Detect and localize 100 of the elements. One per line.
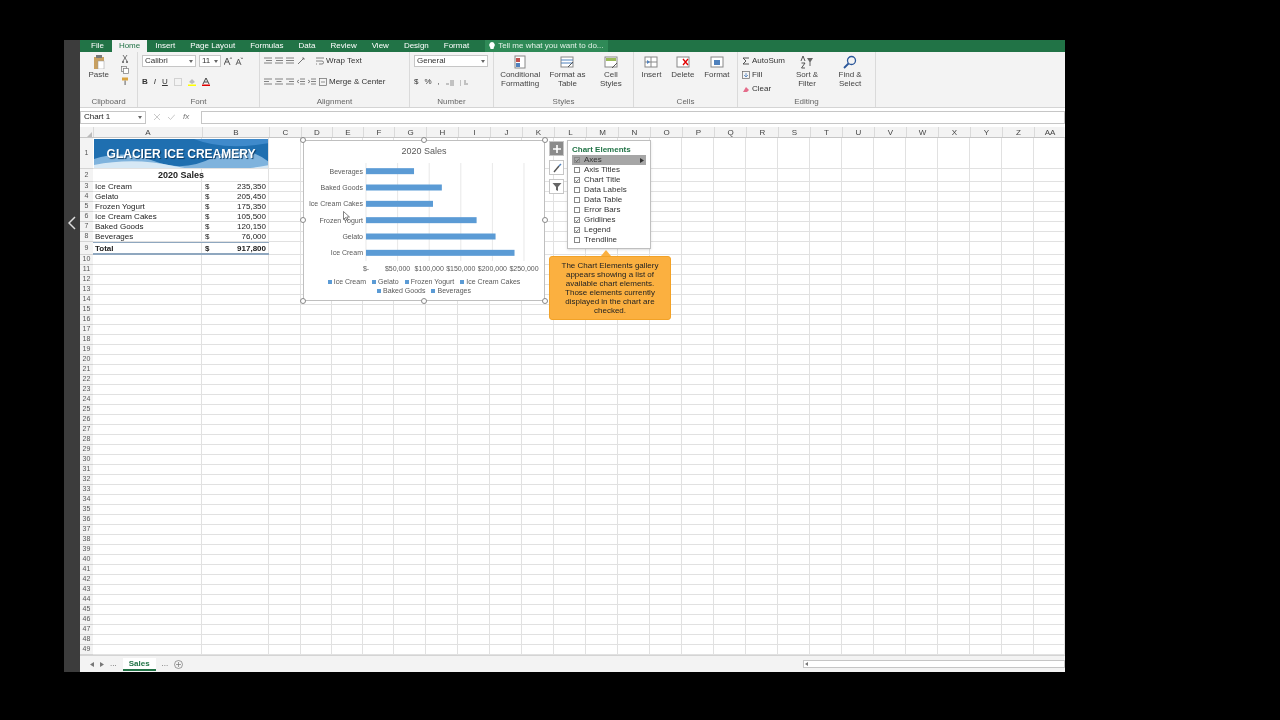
checkbox[interactable] [574, 217, 580, 223]
horizontal-scrollbar[interactable] [803, 660, 1065, 668]
ribbon-button[interactable]: Find & Select [829, 55, 871, 88]
column-header[interactable]: G [394, 127, 426, 137]
ribbon-button[interactable]: Format as Table [545, 55, 590, 88]
checkbox[interactable] [574, 167, 580, 173]
checkbox[interactable] [574, 157, 580, 163]
column-header[interactable]: E [332, 127, 363, 137]
merge-center-button[interactable]: Merge & Center [319, 76, 386, 88]
ribbon-tab[interactable]: Formulas [243, 40, 291, 52]
more-sheets-button[interactable]: ... [110, 658, 117, 670]
chart-element-option[interactable]: Error Bars [572, 205, 646, 215]
chart-element-option[interactable]: Axis Titles [572, 165, 646, 175]
checkbox[interactable] [574, 177, 580, 183]
increase-indent-icon[interactable] [308, 78, 316, 86]
bold-button[interactable]: B [142, 76, 148, 88]
ribbon-button[interactable]: Format [704, 55, 730, 79]
ribbon-tab[interactable]: Data [291, 40, 323, 52]
percent-button[interactable]: % [424, 76, 432, 88]
chart-styles-button[interactable] [549, 160, 564, 175]
next-sheet-icon[interactable] [100, 661, 104, 667]
chart-element-option[interactable]: Data Table [572, 195, 646, 205]
ribbon-tab[interactable]: File [84, 40, 111, 52]
chart-element-option[interactable]: Data Labels [572, 185, 646, 195]
clear-button[interactable]: Clear [742, 83, 785, 95]
column-header[interactable]: AA [1034, 127, 1065, 137]
chart-element-option[interactable]: Chart Title [572, 175, 646, 185]
column-header[interactable]: H [426, 127, 458, 137]
chart-element-option[interactable]: Axes [572, 155, 646, 165]
more-sheets-button[interactable]: ... [161, 658, 169, 670]
checkbox[interactable] [574, 207, 580, 213]
increase-font-size-icon[interactable] [224, 57, 232, 65]
column-header[interactable]: P [682, 127, 714, 137]
wrap-text-button[interactable]: Wrap Text [316, 55, 362, 67]
font-size-field[interactable]: 11 [199, 55, 221, 67]
column-header[interactable]: O [650, 127, 682, 137]
column-header[interactable]: M [586, 127, 618, 137]
column-header[interactable]: W [906, 127, 938, 137]
formula-input[interactable] [201, 110, 1065, 124]
align-center-icon[interactable] [275, 78, 283, 86]
add-sheet-icon[interactable] [174, 659, 184, 669]
text-orientation-icon[interactable] [297, 57, 305, 65]
autosum-button[interactable]: AutoSum [742, 55, 785, 67]
column-header[interactable]: S [778, 127, 810, 137]
font-name-field[interactable]: Calibri [142, 55, 196, 67]
ribbon-tab[interactable]: View [364, 40, 396, 52]
sheet-tab[interactable]: Sales [122, 657, 156, 671]
number-format-field[interactable]: General [414, 55, 488, 67]
column-header[interactable]: A [93, 127, 202, 137]
chevron-left-icon[interactable] [68, 216, 76, 230]
ribbon-tab[interactable]: Page Layout [183, 40, 243, 52]
checkbox[interactable] [574, 227, 580, 233]
tell-me-field[interactable]: Tell me what you want to do... [485, 40, 608, 52]
column-header[interactable]: U [842, 127, 874, 137]
name-box[interactable]: Chart 1 [80, 110, 146, 124]
column-header[interactable]: F [363, 127, 394, 137]
column-header[interactable]: Y [970, 127, 1002, 137]
resize-handle[interactable] [542, 217, 548, 223]
column-header[interactable]: D [301, 127, 332, 137]
column-header[interactable]: K [522, 127, 554, 137]
ribbon-tab[interactable]: Home [111, 40, 148, 52]
chart-element-option[interactable]: Gridlines [572, 215, 646, 225]
column-header[interactable]: B [202, 127, 269, 137]
column-header[interactable]: N [618, 127, 650, 137]
chart-elements-button[interactable] [549, 141, 564, 156]
resize-handle[interactable] [542, 298, 548, 304]
cut-icon[interactable] [120, 55, 129, 63]
copy-icon[interactable] [120, 66, 129, 74]
fill-color-icon[interactable] [187, 78, 196, 86]
align-right-icon[interactable] [286, 78, 294, 86]
column-header[interactable]: L [554, 127, 586, 137]
checkbox[interactable] [574, 187, 580, 193]
ribbon-tab[interactable]: Review [323, 40, 364, 52]
resize-handle[interactable] [300, 137, 306, 143]
ribbon-button[interactable]: Sort & Filter [787, 55, 827, 88]
decrease-font-size-icon[interactable] [235, 57, 243, 65]
comma-button[interactable]: , [437, 76, 440, 88]
align-middle-icon[interactable] [275, 57, 283, 65]
column-header[interactable]: X [938, 127, 970, 137]
ribbon-tab[interactable]: Format [436, 40, 477, 52]
fill-button[interactable]: Fill [742, 69, 785, 81]
ribbon-button[interactable]: Insert [641, 55, 662, 79]
underline-button[interactable]: U [162, 76, 168, 88]
ribbon-button[interactable]: Cell Styles [592, 55, 629, 88]
currency-button[interactable]: $ [414, 76, 419, 88]
align-left-icon[interactable] [264, 78, 272, 86]
column-header[interactable]: C [269, 127, 301, 137]
chart-filters-button[interactable] [549, 179, 564, 194]
checkbox[interactable] [574, 197, 580, 203]
column-header[interactable]: J [490, 127, 522, 137]
ribbon-tab[interactable]: Design [396, 40, 436, 52]
decrease-indent-icon[interactable] [297, 78, 305, 86]
resize-handle[interactable] [421, 298, 427, 304]
resize-handle[interactable] [300, 298, 306, 304]
ribbon-button[interactable]: Conditional Formatting [498, 55, 543, 88]
align-top-icon[interactable] [264, 57, 272, 65]
ribbon-tab[interactable]: Insert [148, 40, 183, 52]
ribbon-button[interactable]: Delete [671, 55, 695, 79]
resize-handle[interactable] [421, 137, 427, 143]
previous-sheet-icon[interactable] [90, 661, 94, 667]
